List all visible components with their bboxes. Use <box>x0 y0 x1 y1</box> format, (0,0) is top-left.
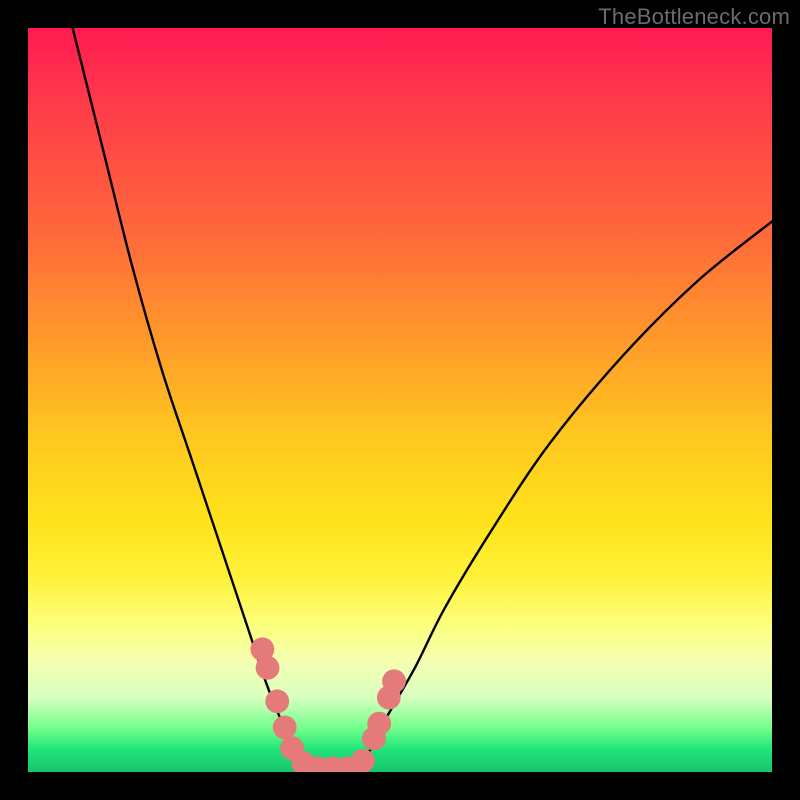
marker-layer <box>250 637 405 772</box>
plot-area <box>28 28 772 772</box>
data-marker <box>256 656 280 680</box>
curve-layer <box>73 28 772 772</box>
chart-svg <box>28 28 772 772</box>
data-marker <box>351 749 375 772</box>
data-marker <box>367 712 391 736</box>
chart-frame: TheBottleneck.com <box>0 0 800 800</box>
data-marker <box>382 669 406 693</box>
watermark-text: TheBottleneck.com <box>598 4 790 30</box>
data-marker <box>265 689 289 713</box>
bottleneck-curve <box>73 28 772 772</box>
data-marker <box>273 715 297 739</box>
